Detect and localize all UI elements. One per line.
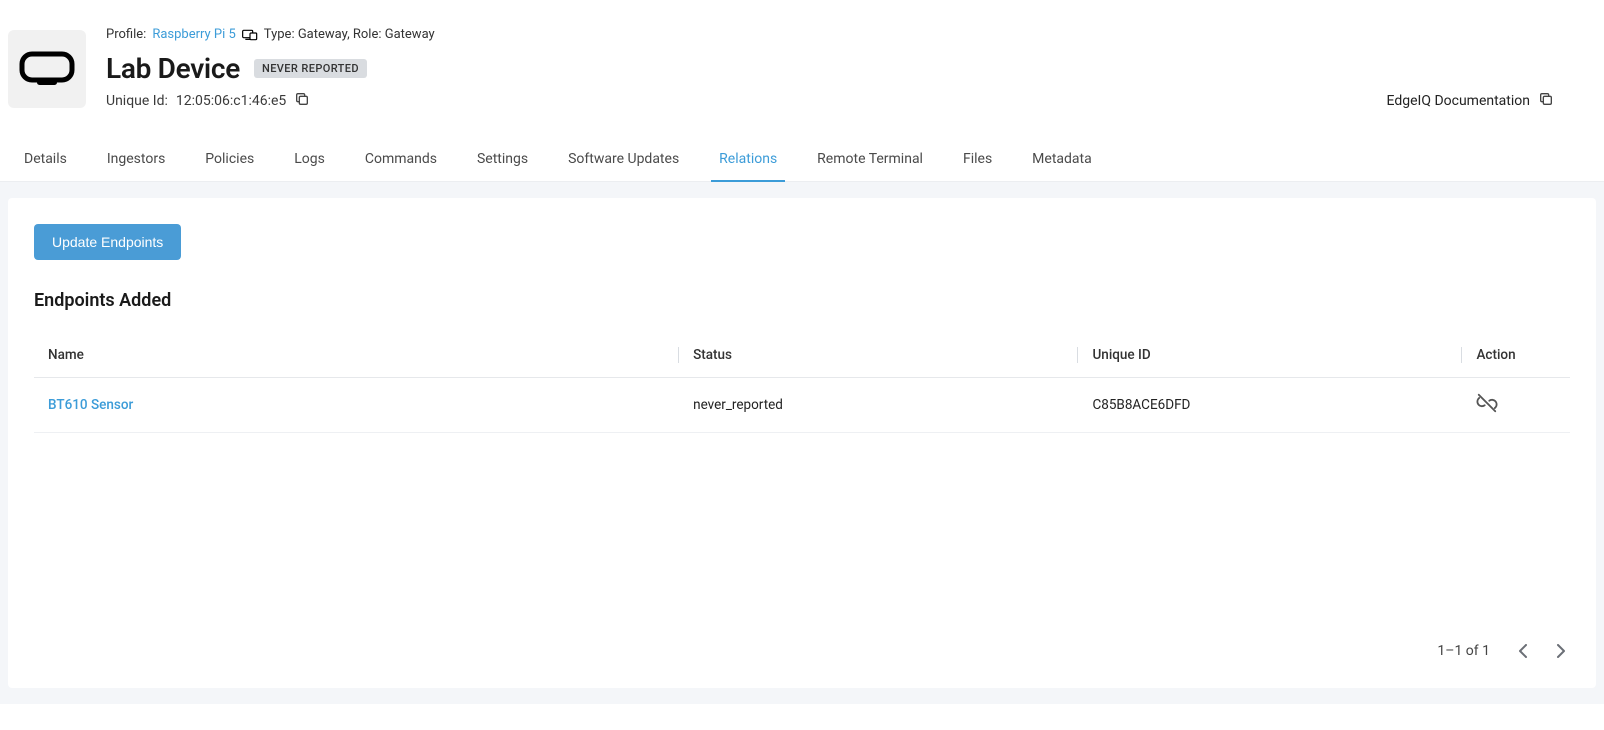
endpoints-table: Name Status Unique ID Action BT610 Senso… bbox=[34, 333, 1570, 433]
status-badge: NEVER REPORTED bbox=[254, 59, 367, 78]
update-endpoints-button[interactable]: Update Endpoints bbox=[34, 224, 181, 260]
page-next-button[interactable] bbox=[1552, 640, 1570, 662]
type-role-text: Type: Gateway, Role: Gateway bbox=[264, 26, 435, 44]
unlink-icon[interactable] bbox=[1476, 402, 1498, 418]
table-row: BT610 Sensor never_reportedC85B8ACE6DFD bbox=[34, 378, 1570, 433]
chevron-left-icon bbox=[1518, 644, 1528, 658]
tab-remote-terminal[interactable]: Remote Terminal bbox=[817, 151, 923, 181]
col-name-header[interactable]: Name bbox=[34, 333, 679, 378]
tab-software-updates[interactable]: Software Updates bbox=[568, 151, 679, 181]
endpoint-action bbox=[1462, 378, 1570, 433]
device-header: Profile: Raspberry Pi 5 Type: Gateway, R… bbox=[0, 0, 1604, 111]
endpoint-status: never_reported bbox=[679, 378, 1078, 433]
section-title: Endpoints Added bbox=[34, 290, 1570, 311]
uid-line: Unique Id: 12:05:06:c1:46:e5 bbox=[106, 91, 1580, 111]
tab-settings[interactable]: Settings bbox=[477, 151, 528, 181]
tab-relations[interactable]: Relations bbox=[719, 151, 777, 181]
documentation-link-label: EdgeIQ Documentation bbox=[1387, 93, 1530, 109]
tab-policies[interactable]: Policies bbox=[205, 151, 254, 181]
display-icon bbox=[19, 51, 75, 87]
pagination-range: 1–1 of 1 bbox=[1437, 643, 1490, 659]
tab-files[interactable]: Files bbox=[963, 151, 992, 181]
tab-details[interactable]: Details bbox=[24, 151, 67, 181]
pagination: 1–1 of 1 bbox=[1437, 640, 1570, 662]
profile-line: Profile: Raspberry Pi 5 Type: Gateway, R… bbox=[106, 26, 1580, 44]
title-line: Lab Device NEVER REPORTED bbox=[106, 52, 1580, 85]
page-title: Lab Device bbox=[106, 52, 240, 85]
endpoint-link[interactable]: BT610 Sensor bbox=[48, 397, 133, 413]
page-prev-button[interactable] bbox=[1514, 640, 1532, 662]
relations-panel: Update Endpoints Endpoints Added Name St… bbox=[8, 198, 1596, 688]
tab-metadata[interactable]: Metadata bbox=[1032, 151, 1092, 181]
profile-link[interactable]: Raspberry Pi 5 bbox=[152, 26, 235, 44]
col-uid-header[interactable]: Unique ID bbox=[1078, 333, 1462, 378]
profile-label: Profile: bbox=[106, 26, 146, 44]
copy-icon[interactable] bbox=[1538, 91, 1554, 111]
uid-value: 12:05:06:c1:46:e5 bbox=[176, 93, 286, 109]
tab-logs[interactable]: Logs bbox=[294, 151, 325, 181]
tab-nav: Details Ingestors Policies Logs Commands Sett… bbox=[0, 129, 1604, 182]
copy-icon[interactable] bbox=[294, 91, 310, 111]
tab-ingestors[interactable]: Ingestors bbox=[107, 151, 165, 181]
col-action-header[interactable]: Action bbox=[1462, 333, 1570, 378]
chevron-right-icon bbox=[1556, 644, 1566, 658]
body-wrap: Update Endpoints Endpoints Added Name St… bbox=[0, 182, 1604, 704]
endpoint-uid: C85B8ACE6DFD bbox=[1078, 378, 1462, 433]
devices-icon bbox=[242, 26, 258, 44]
table-header-row: Name Status Unique ID Action bbox=[34, 333, 1570, 378]
col-status-header[interactable]: Status bbox=[679, 333, 1078, 378]
header-main: Profile: Raspberry Pi 5 Type: Gateway, R… bbox=[106, 26, 1580, 111]
tab-commands[interactable]: Commands bbox=[365, 151, 437, 181]
documentation-link[interactable]: EdgeIQ Documentation bbox=[1387, 91, 1554, 111]
device-avatar bbox=[8, 30, 86, 108]
uid-label: Unique Id: bbox=[106, 93, 168, 109]
pagination-nav bbox=[1514, 640, 1570, 662]
